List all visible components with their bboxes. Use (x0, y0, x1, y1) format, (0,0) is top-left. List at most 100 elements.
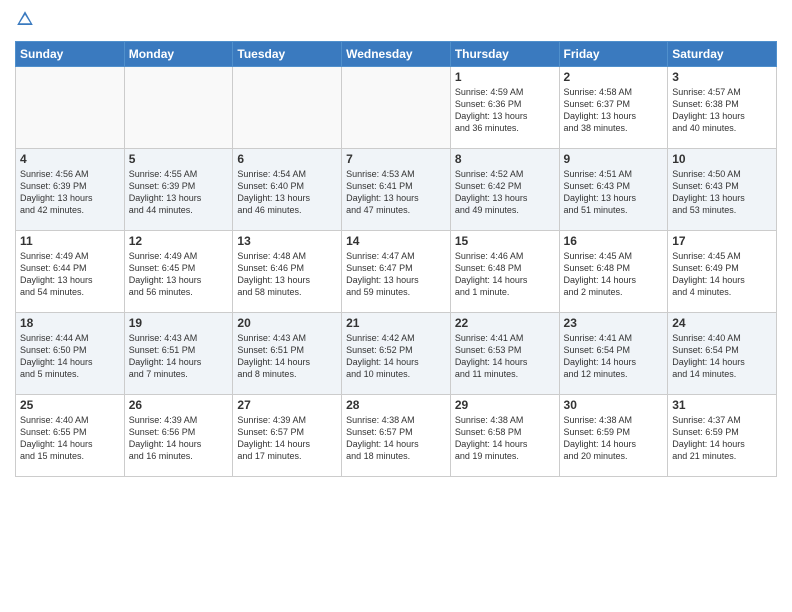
day-info: Sunrise: 4:40 AM Sunset: 6:55 PM Dayligh… (20, 414, 120, 463)
day-number: 21 (346, 316, 446, 330)
calendar-header-thursday: Thursday (450, 42, 559, 67)
day-number: 14 (346, 234, 446, 248)
calendar-cell: 16 Sunrise: 4:45 AM Sunset: 6:48 PM Dayli… (559, 231, 668, 313)
page-header (15, 10, 777, 33)
logo-icon (16, 10, 34, 28)
calendar-header-tuesday: Tuesday (233, 42, 342, 67)
calendar-header-wednesday: Wednesday (342, 42, 451, 67)
day-number: 27 (237, 398, 337, 412)
calendar-cell: 31 Sunrise: 4:37 AM Sunset: 6:59 PM Dayli… (668, 395, 777, 477)
calendar-cell: 15Sunrise: 4:46 AM Sunset: 6:48 PM Dayli… (450, 231, 559, 313)
calendar-week-2: 4 Sunrise: 4:56 AM Sunset: 6:39 PM Daylig… (16, 149, 777, 231)
day-number: 29 (455, 398, 555, 412)
calendar-cell: 28 Sunrise: 4:38 AM Sunset: 6:57 PM Dayli… (342, 395, 451, 477)
logo (15, 10, 38, 33)
calendar-cell: 8Sunrise: 4:52 AM Sunset: 6:42 PM Daylig… (450, 149, 559, 231)
day-number: 18 (20, 316, 120, 330)
day-number: 17 (672, 234, 772, 248)
calendar-cell (124, 67, 233, 149)
calendar-cell: 21Sunrise: 4:42 AM Sunset: 6:52 PM Dayli… (342, 313, 451, 395)
day-info: Sunrise: 4:49 AM Sunset: 6:44 PM Dayligh… (20, 250, 120, 299)
calendar-header-monday: Monday (124, 42, 233, 67)
day-info: Sunrise: 4:56 AM Sunset: 6:39 PM Dayligh… (20, 168, 120, 217)
calendar-cell: 26Sunrise: 4:39 AM Sunset: 6:56 PM Dayli… (124, 395, 233, 477)
calendar-cell: 6 Sunrise: 4:54 AM Sunset: 6:40 PM Daylig… (233, 149, 342, 231)
calendar-week-3: 11 Sunrise: 4:49 AM Sunset: 6:44 PM Dayli… (16, 231, 777, 313)
day-number: 10 (672, 152, 772, 166)
calendar-table: SundayMondayTuesdayWednesdayThursdayFrid… (15, 41, 777, 477)
calendar-cell: 5Sunrise: 4:55 AM Sunset: 6:39 PM Daylig… (124, 149, 233, 231)
calendar-cell: 10 Sunrise: 4:50 AM Sunset: 6:43 PM Dayli… (668, 149, 777, 231)
calendar-cell: 9 Sunrise: 4:51 AM Sunset: 6:43 PM Daylig… (559, 149, 668, 231)
day-number: 23 (564, 316, 664, 330)
day-number: 30 (564, 398, 664, 412)
calendar-cell: 2 Sunrise: 4:58 AM Sunset: 6:37 PM Daylig… (559, 67, 668, 149)
day-number: 13 (237, 234, 337, 248)
day-info: Sunrise: 4:48 AM Sunset: 6:46 PM Dayligh… (237, 250, 337, 299)
calendar-cell: 1Sunrise: 4:59 AM Sunset: 6:36 PM Daylig… (450, 67, 559, 149)
calendar-cell (16, 67, 125, 149)
calendar-cell: 19Sunrise: 4:43 AM Sunset: 6:51 PM Dayli… (124, 313, 233, 395)
calendar-cell: 23 Sunrise: 4:41 AM Sunset: 6:54 PM Dayli… (559, 313, 668, 395)
day-number: 4 (20, 152, 120, 166)
day-info: Sunrise: 4:49 AM Sunset: 6:45 PM Dayligh… (129, 250, 229, 299)
day-number: 9 (564, 152, 664, 166)
day-number: 8 (455, 152, 555, 166)
calendar-cell: 24Sunrise: 4:40 AM Sunset: 6:54 PM Dayli… (668, 313, 777, 395)
calendar-cell: 14Sunrise: 4:47 AM Sunset: 6:47 PM Dayli… (342, 231, 451, 313)
calendar-cell: 18 Sunrise: 4:44 AM Sunset: 6:50 PM Dayli… (16, 313, 125, 395)
calendar-cell (342, 67, 451, 149)
calendar-header-row: SundayMondayTuesdayWednesdayThursdayFrid… (16, 42, 777, 67)
day-info: Sunrise: 4:51 AM Sunset: 6:43 PM Dayligh… (564, 168, 664, 217)
calendar-cell: 25 Sunrise: 4:40 AM Sunset: 6:55 PM Dayli… (16, 395, 125, 477)
day-number: 28 (346, 398, 446, 412)
day-number: 12 (129, 234, 229, 248)
day-info: Sunrise: 4:41 AM Sunset: 6:53 PM Dayligh… (455, 332, 555, 381)
calendar-cell: 12 Sunrise: 4:49 AM Sunset: 6:45 PM Dayli… (124, 231, 233, 313)
day-info: Sunrise: 4:57 AM Sunset: 6:38 PM Dayligh… (672, 86, 772, 135)
day-number: 6 (237, 152, 337, 166)
day-info: Sunrise: 4:43 AM Sunset: 6:51 PM Dayligh… (129, 332, 229, 381)
day-number: 3 (672, 70, 772, 84)
calendar-cell: 7Sunrise: 4:53 AM Sunset: 6:41 PM Daylig… (342, 149, 451, 231)
day-info: Sunrise: 4:43 AM Sunset: 6:51 PM Dayligh… (237, 332, 337, 381)
day-info: Sunrise: 4:50 AM Sunset: 6:43 PM Dayligh… (672, 168, 772, 217)
day-number: 11 (20, 234, 120, 248)
day-info: Sunrise: 4:58 AM Sunset: 6:37 PM Dayligh… (564, 86, 664, 135)
day-info: Sunrise: 4:38 AM Sunset: 6:57 PM Dayligh… (346, 414, 446, 463)
calendar-cell: 29Sunrise: 4:38 AM Sunset: 6:58 PM Dayli… (450, 395, 559, 477)
calendar-cell: 11 Sunrise: 4:49 AM Sunset: 6:44 PM Dayli… (16, 231, 125, 313)
day-number: 2 (564, 70, 664, 84)
day-number: 26 (129, 398, 229, 412)
calendar-cell: 17 Sunrise: 4:45 AM Sunset: 6:49 PM Dayli… (668, 231, 777, 313)
calendar-cell: 4 Sunrise: 4:56 AM Sunset: 6:39 PM Daylig… (16, 149, 125, 231)
calendar-cell: 3 Sunrise: 4:57 AM Sunset: 6:38 PM Daylig… (668, 67, 777, 149)
calendar-cell: 13 Sunrise: 4:48 AM Sunset: 6:46 PM Dayli… (233, 231, 342, 313)
day-info: Sunrise: 4:41 AM Sunset: 6:54 PM Dayligh… (564, 332, 664, 381)
day-info: Sunrise: 4:59 AM Sunset: 6:36 PM Dayligh… (455, 86, 555, 135)
day-info: Sunrise: 4:38 AM Sunset: 6:59 PM Dayligh… (564, 414, 664, 463)
calendar-header-saturday: Saturday (668, 42, 777, 67)
calendar-week-4: 18 Sunrise: 4:44 AM Sunset: 6:50 PM Dayli… (16, 313, 777, 395)
day-info: Sunrise: 4:45 AM Sunset: 6:49 PM Dayligh… (672, 250, 772, 299)
day-number: 15 (455, 234, 555, 248)
calendar-cell: 27Sunrise: 4:39 AM Sunset: 6:57 PM Dayli… (233, 395, 342, 477)
calendar-header-sunday: Sunday (16, 42, 125, 67)
calendar-cell (233, 67, 342, 149)
calendar-week-1: 1Sunrise: 4:59 AM Sunset: 6:36 PM Daylig… (16, 67, 777, 149)
day-number: 31 (672, 398, 772, 412)
calendar-cell: 20 Sunrise: 4:43 AM Sunset: 6:51 PM Dayli… (233, 313, 342, 395)
calendar-cell: 30 Sunrise: 4:38 AM Sunset: 6:59 PM Dayli… (559, 395, 668, 477)
day-info: Sunrise: 4:37 AM Sunset: 6:59 PM Dayligh… (672, 414, 772, 463)
calendar-week-5: 25 Sunrise: 4:40 AM Sunset: 6:55 PM Dayli… (16, 395, 777, 477)
day-number: 7 (346, 152, 446, 166)
day-info: Sunrise: 4:54 AM Sunset: 6:40 PM Dayligh… (237, 168, 337, 217)
day-number: 25 (20, 398, 120, 412)
day-info: Sunrise: 4:55 AM Sunset: 6:39 PM Dayligh… (129, 168, 229, 217)
day-info: Sunrise: 4:40 AM Sunset: 6:54 PM Dayligh… (672, 332, 772, 381)
day-number: 20 (237, 316, 337, 330)
day-info: Sunrise: 4:44 AM Sunset: 6:50 PM Dayligh… (20, 332, 120, 381)
calendar-header-friday: Friday (559, 42, 668, 67)
day-number: 16 (564, 234, 664, 248)
day-info: Sunrise: 4:45 AM Sunset: 6:48 PM Dayligh… (564, 250, 664, 299)
